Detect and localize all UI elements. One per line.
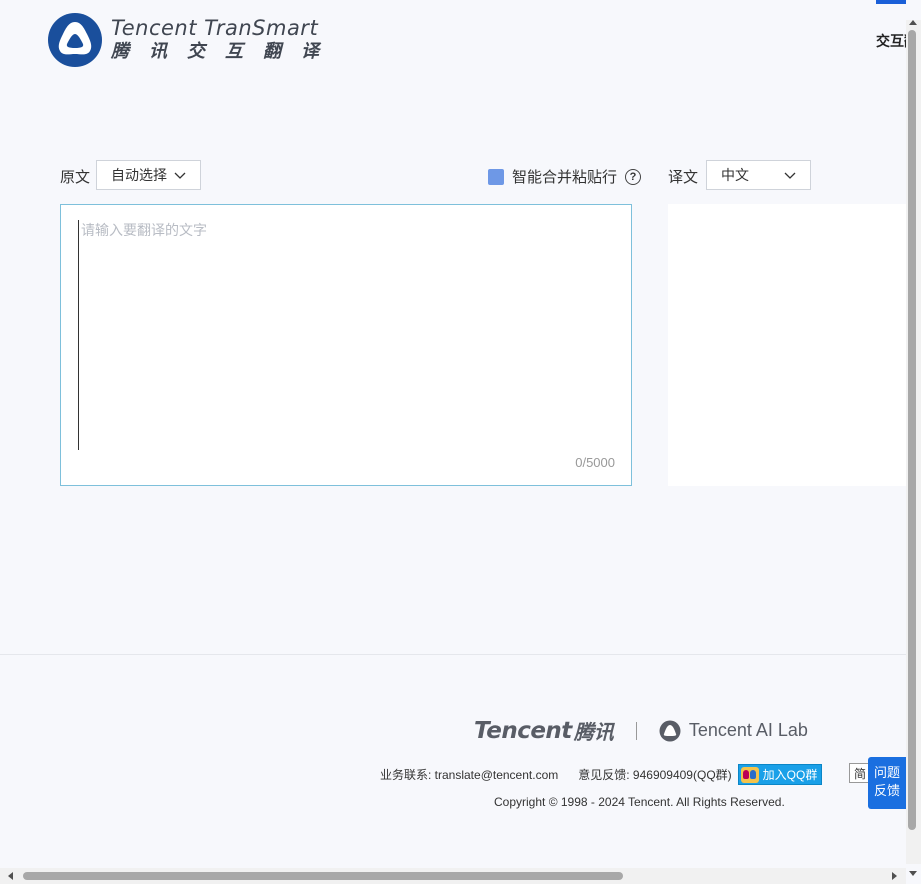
source-language-select[interactable]: 自动选择 (96, 160, 201, 190)
scroll-right-arrow-icon[interactable] (892, 872, 897, 880)
logo-title-cn: 腾讯交互翻译 (111, 41, 339, 62)
feedback-float-line1: 问题 (873, 765, 900, 780)
ailab-text: Tencent AI Lab (688, 720, 808, 740)
tencent-logo-cn: 腾讯 (573, 720, 614, 744)
qq-group-icon (740, 766, 759, 783)
target-label: 译文 (668, 169, 699, 186)
transmart-logo-icon (48, 13, 102, 67)
target-language-value: 中文 (721, 167, 749, 183)
logo-separator (635, 721, 637, 740)
character-counter: 0/5000 (575, 455, 615, 470)
join-qq-button[interactable]: 加入QQ群 (737, 764, 823, 785)
copyright: Copyright © 1998 - 2024 Tencent. All Rig… (494, 795, 785, 809)
chevron-down-icon (174, 172, 186, 179)
business-contact: 业务联系: translate@tencent.com (380, 768, 559, 782)
footer-contact: 业务联系: translate@tencent.com 意见反馈: 946909… (380, 764, 823, 785)
source-text-input[interactable] (78, 220, 608, 450)
tencent-logo-en: Tencent (474, 717, 572, 744)
scroll-down-arrow-icon[interactable] (909, 871, 917, 876)
logo[interactable]: Tencent TranSmart 腾讯交互翻译 (47, 12, 339, 68)
footer-divider (0, 654, 906, 655)
source-label: 原文 (60, 169, 91, 186)
smart-merge-option[interactable]: 智能合并粘贴行 ? (488, 166, 642, 187)
translation-output-panel (668, 204, 906, 486)
scroll-up-arrow-icon[interactable] (909, 20, 917, 25)
ailab-logo-icon (659, 720, 681, 741)
horizontal-scrollbar[interactable] (0, 868, 906, 884)
feedback-group: 意见反馈: 946909409(QQ群) (578, 768, 732, 782)
chevron-down-icon (784, 172, 796, 179)
source-text-panel: 0/5000 (60, 204, 632, 486)
footer-logos: Tencent 腾讯 Tencent AI Lab (474, 716, 808, 745)
help-icon[interactable]: ? (625, 168, 642, 185)
smart-merge-label: 智能合并粘贴行 (512, 169, 618, 186)
top-accent-bar (876, 0, 906, 4)
vertical-scrollbar[interactable] (906, 20, 921, 876)
vertical-scroll-thumb[interactable] (908, 30, 916, 830)
logo-title-en: Tencent TranSmart (111, 16, 319, 40)
smart-merge-checkbox[interactable] (488, 168, 504, 185)
feedback-float-line2: 反馈 (873, 783, 900, 798)
horizontal-scroll-thumb[interactable] (23, 872, 623, 880)
scroll-left-arrow-icon[interactable] (8, 872, 13, 880)
join-qq-label: 加入QQ群 (762, 768, 818, 782)
source-language-value: 自动选择 (111, 167, 167, 183)
nav-item-partial[interactable]: 交互翻 (876, 31, 906, 51)
feedback-float-button[interactable]: 问题 反馈 (868, 757, 906, 809)
target-language-select[interactable]: 中文 (706, 160, 811, 190)
